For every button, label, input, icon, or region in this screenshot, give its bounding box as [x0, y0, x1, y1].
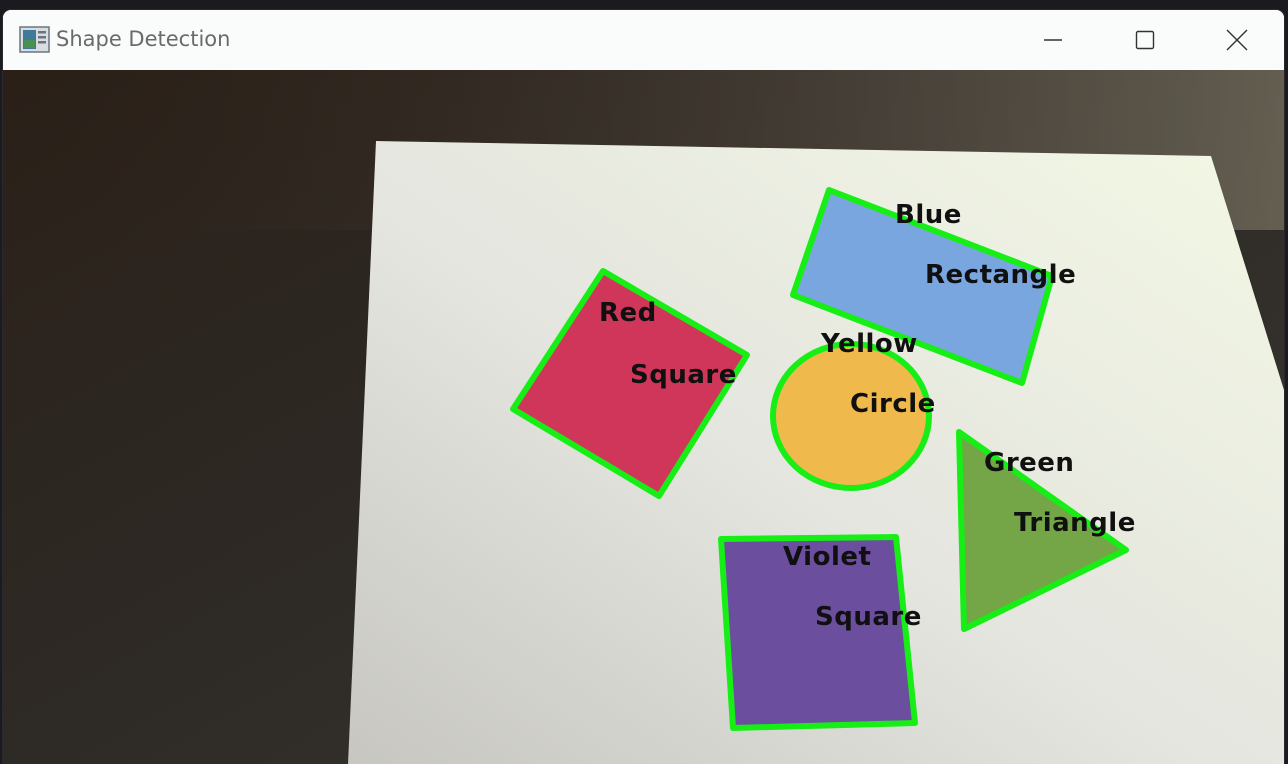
color-label: Red: [599, 298, 657, 328]
color-label: Violet: [783, 542, 871, 572]
detection-violet-square: Violet Square: [718, 534, 922, 731]
title-bar[interactable]: Shape Detection: [3, 10, 1284, 70]
app-window: Shape Detection Blue Rectangle Red Squar…: [3, 10, 1284, 764]
close-icon: [1226, 29, 1248, 51]
camera-frame: Blue Rectangle Red Square Yellow Circle …: [3, 70, 1284, 764]
minimize-icon: [1044, 39, 1062, 41]
minimize-button[interactable]: [1007, 10, 1099, 70]
maximize-icon: [1135, 30, 1155, 50]
color-label: Green: [984, 448, 1074, 478]
shape-label: Square: [630, 360, 737, 390]
color-label: Yellow: [820, 329, 918, 359]
close-button[interactable]: [1191, 10, 1283, 70]
image-viewer-icon: [19, 26, 50, 53]
shape-label: Circle: [850, 389, 936, 419]
shape-label: Triangle: [1014, 508, 1136, 538]
maximize-button[interactable]: [1099, 10, 1191, 70]
shape-label: Square: [815, 602, 922, 632]
color-label: Blue: [895, 200, 962, 230]
window-title: Shape Detection: [56, 27, 231, 51]
shape-label: Rectangle: [925, 260, 1076, 290]
camera-view: Blue Rectangle Red Square Yellow Circle …: [3, 70, 1284, 764]
